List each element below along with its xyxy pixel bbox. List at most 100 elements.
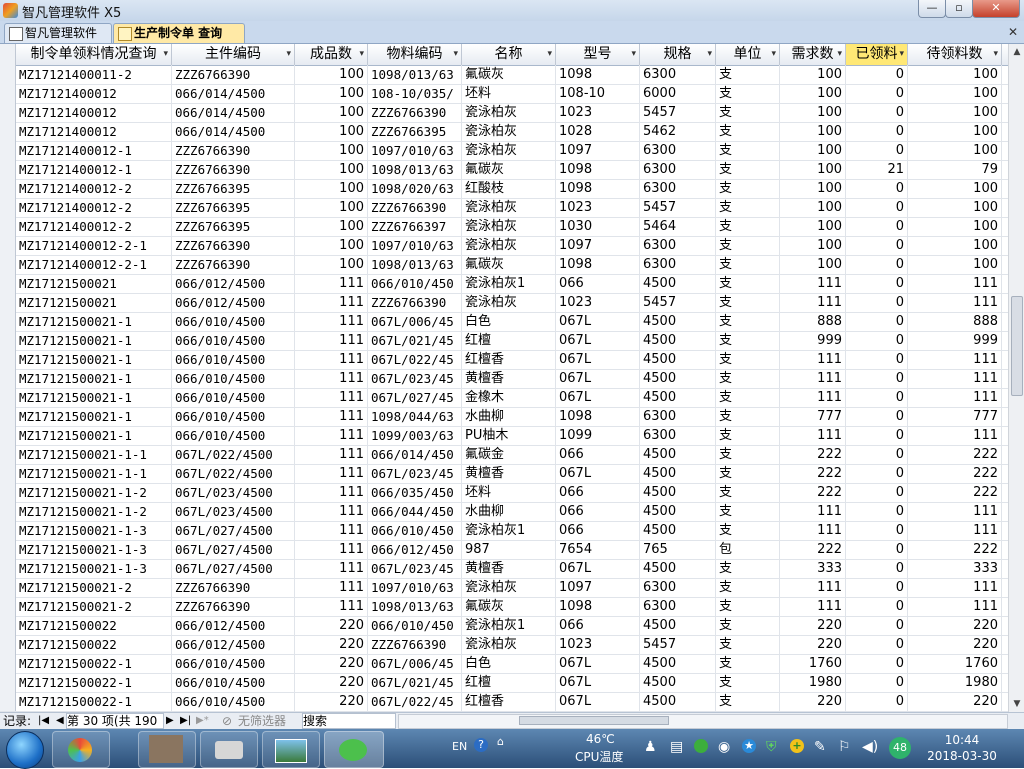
- cell-finished-qty[interactable]: 111: [295, 578, 368, 597]
- cell-part-code[interactable]: ZZZ6766395: [172, 179, 295, 198]
- first-record-button[interactable]: |◀: [38, 713, 49, 729]
- cell-pending-qty[interactable]: 100: [908, 198, 1002, 217]
- taskbar-fax-button[interactable]: [200, 731, 258, 768]
- cell-material-code[interactable]: 066/035/450: [368, 483, 462, 502]
- cell-order-no[interactable]: MZ17121500022-1: [16, 673, 172, 692]
- cell-order-no[interactable]: MZ17121500021-1-2: [16, 502, 172, 521]
- table-row[interactable]: MZ17121500021-1-3 067L/027/4500 111 067L/02…: [0, 559, 1008, 579]
- cell-received-qty[interactable]: 0: [846, 521, 908, 540]
- cell-unit[interactable]: 支: [716, 464, 780, 483]
- cell-pending-qty[interactable]: 333: [908, 559, 1002, 578]
- cell-demand-qty[interactable]: 777: [780, 407, 846, 426]
- cell-finished-qty[interactable]: 111: [295, 464, 368, 483]
- filter-dropdown-icon[interactable]: ▾: [837, 44, 842, 65]
- filter-dropdown-icon[interactable]: ▾: [899, 44, 904, 65]
- cell-finished-qty[interactable]: 100: [295, 84, 368, 103]
- cell-spec[interactable]: 4500: [640, 483, 716, 502]
- row-selector[interactable]: [0, 464, 16, 483]
- cell-spec[interactable]: 4500: [640, 654, 716, 673]
- scroll-down-icon[interactable]: ▼: [1009, 696, 1024, 712]
- cell-part-code[interactable]: 067L/023/4500: [172, 483, 295, 502]
- cell-demand-qty[interactable]: 111: [780, 578, 846, 597]
- previous-record-button[interactable]: ◀: [56, 713, 64, 729]
- horizontal-scrollbar[interactable]: [398, 714, 1008, 729]
- cell-order-no[interactable]: MZ17121400011-2: [16, 65, 172, 84]
- cell-spec[interactable]: 4500: [640, 350, 716, 369]
- cell-pending-qty[interactable]: 1980: [908, 673, 1002, 692]
- row-selector[interactable]: [0, 407, 16, 426]
- cell-order-no[interactable]: MZ17121500021-1: [16, 331, 172, 350]
- cell-unit[interactable]: 支: [716, 312, 780, 331]
- cell-name[interactable]: 瓷泳柏灰: [462, 236, 556, 255]
- cell-demand-qty[interactable]: 111: [780, 293, 846, 312]
- cell-order-no[interactable]: MZ17121400012-2: [16, 217, 172, 236]
- cell-material-code[interactable]: ZZZ6766397: [368, 217, 462, 236]
- cell-spec[interactable]: 5457: [640, 635, 716, 654]
- cell-model[interactable]: 108-10: [556, 84, 640, 103]
- row-selector[interactable]: [0, 217, 16, 236]
- cell-pending-qty[interactable]: 1760: [908, 654, 1002, 673]
- cell-pending-qty[interactable]: 100: [908, 65, 1002, 84]
- cell-unit[interactable]: 支: [716, 122, 780, 141]
- volume-icon[interactable]: ◀): [862, 739, 878, 755]
- cell-material-code[interactable]: 1098/013/63: [368, 255, 462, 274]
- cell-name[interactable]: 白色: [462, 312, 556, 331]
- cell-name[interactable]: 瓷泳柏灰1: [462, 521, 556, 540]
- clipboard-icon[interactable]: ▤: [670, 739, 683, 755]
- cell-part-code[interactable]: 066/012/4500: [172, 274, 295, 293]
- cell-spec[interactable]: 6300: [640, 578, 716, 597]
- row-selector[interactable]: [0, 312, 16, 331]
- cell-finished-qty[interactable]: 100: [295, 236, 368, 255]
- cell-received-qty[interactable]: 0: [846, 407, 908, 426]
- table-row[interactable]: MZ17121400012 066/014/4500 100 ZZZ6766390 瓷泳…: [0, 103, 1008, 123]
- cell-order-no[interactable]: MZ17121500021-1-3: [16, 559, 172, 578]
- cell-material-code[interactable]: 066/012/450: [368, 540, 462, 559]
- col-unit-header[interactable]: 单位 ▾: [716, 44, 780, 65]
- cell-received-qty[interactable]: 0: [846, 236, 908, 255]
- cell-demand-qty[interactable]: 111: [780, 426, 846, 445]
- cell-part-code[interactable]: 067L/022/4500: [172, 445, 295, 464]
- cell-name[interactable]: 瓷泳柏灰: [462, 635, 556, 654]
- filter-status[interactable]: 无筛选器: [238, 713, 286, 729]
- cell-pending-qty[interactable]: 111: [908, 388, 1002, 407]
- table-row[interactable]: MZ17121400012 066/014/4500 100 108-10/035/坯…: [0, 84, 1008, 104]
- cell-name[interactable]: 瓷泳柏灰: [462, 198, 556, 217]
- table-row[interactable]: MZ17121500022-1 066/010/4500 220 067L/006/4…: [0, 654, 1008, 674]
- row-selector[interactable]: [0, 103, 16, 122]
- cell-demand-qty[interactable]: 100: [780, 236, 846, 255]
- cell-model[interactable]: 1098: [556, 65, 640, 84]
- cell-demand-qty[interactable]: 111: [780, 369, 846, 388]
- vertical-scrollbar[interactable]: ▲ ▼: [1008, 44, 1024, 712]
- cell-demand-qty[interactable]: 220: [780, 616, 846, 635]
- col-spec-header[interactable]: 规格 ▾: [640, 44, 716, 65]
- cell-order-no[interactable]: MZ17121500021: [16, 274, 172, 293]
- cell-material-code[interactable]: 067L/022/45: [368, 692, 462, 711]
- table-row[interactable]: MZ17121500022-1 066/010/4500 220 067L/022/4…: [0, 692, 1008, 712]
- cell-demand-qty[interactable]: 100: [780, 217, 846, 236]
- cell-pending-qty[interactable]: 111: [908, 426, 1002, 445]
- taskbar-photo-button[interactable]: [138, 731, 196, 768]
- filter-dropdown-icon[interactable]: ▾: [771, 44, 776, 65]
- filter-dropdown-icon[interactable]: ▾: [286, 44, 291, 65]
- filter-dropdown-icon[interactable]: ▾: [707, 44, 712, 65]
- scroll-thumb[interactable]: [1011, 296, 1023, 396]
- cell-unit[interactable]: 支: [716, 483, 780, 502]
- cell-pending-qty[interactable]: 111: [908, 369, 1002, 388]
- taskbar-app-button[interactable]: [52, 731, 110, 768]
- cell-pending-qty[interactable]: 100: [908, 255, 1002, 274]
- cell-spec[interactable]: 4500: [640, 312, 716, 331]
- row-selector[interactable]: [0, 483, 16, 502]
- cell-finished-qty[interactable]: 100: [295, 103, 368, 122]
- cell-demand-qty[interactable]: 100: [780, 255, 846, 274]
- cell-spec[interactable]: 765: [640, 540, 716, 559]
- wechat-tray-icon[interactable]: ◉: [718, 739, 730, 755]
- cell-spec[interactable]: 6300: [640, 255, 716, 274]
- cell-model[interactable]: 1098: [556, 597, 640, 616]
- cell-pending-qty[interactable]: 222: [908, 464, 1002, 483]
- row-selector[interactable]: [0, 198, 16, 217]
- cell-name[interactable]: 红檀香: [462, 350, 556, 369]
- col-material-code-header[interactable]: 物料编码 ▾: [368, 44, 462, 65]
- cell-received-qty[interactable]: 0: [846, 635, 908, 654]
- cell-model[interactable]: 1098: [556, 255, 640, 274]
- cell-unit[interactable]: 支: [716, 445, 780, 464]
